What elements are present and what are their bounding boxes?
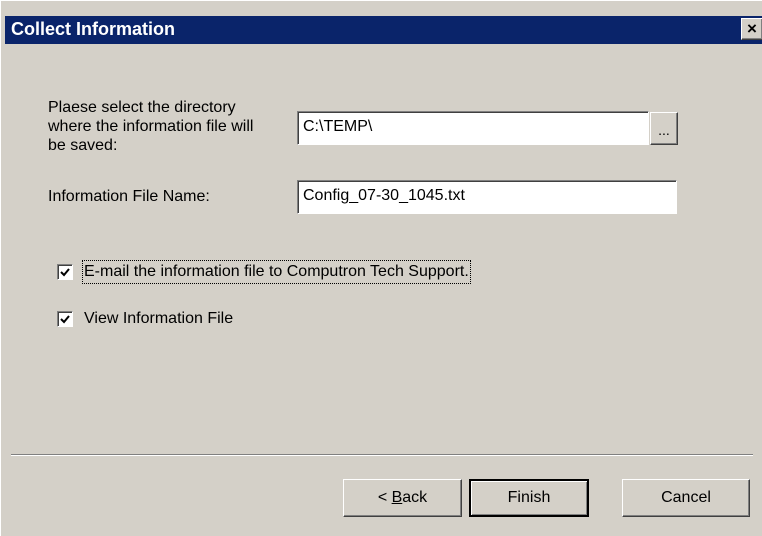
cancel-button[interactable]: Cancel <box>622 479 750 517</box>
back-button-rest: ack <box>402 489 428 506</box>
back-button[interactable]: < Back <box>343 479 462 517</box>
browse-icon: ... <box>658 122 670 138</box>
directory-label-line3: be saved: <box>48 137 118 154</box>
browse-button[interactable]: ... <box>650 112 678 145</box>
email-checkbox[interactable] <box>57 264 73 280</box>
button-separator <box>11 454 753 456</box>
view-file-checkbox[interactable] <box>57 311 73 327</box>
finish-button[interactable]: Finish <box>469 479 589 517</box>
directory-label: Plaese select the directory where the in… <box>48 98 253 155</box>
cancel-button-label: Cancel <box>661 489 711 506</box>
title-bar[interactable]: Collect Information × <box>5 16 762 44</box>
filename-label: Information File Name: <box>48 188 210 205</box>
view-file-checkbox-label[interactable]: View Information File <box>84 309 233 329</box>
checkmark-icon <box>60 268 70 277</box>
directory-label-line1: Plaese select the directory <box>48 99 236 116</box>
window-title: Collect Information <box>11 19 176 39</box>
close-icon: × <box>747 19 757 38</box>
checkmark-icon <box>60 315 70 324</box>
directory-label-line2: where the information file will <box>48 118 254 135</box>
close-button[interactable]: × <box>741 18 762 40</box>
back-button-prefix: < <box>377 489 392 506</box>
finish-button-label: Finish <box>507 489 551 506</box>
filename-input[interactable]: Config_07-30_1045.txt <box>297 180 677 214</box>
back-button-mnemonic: B <box>391 489 403 506</box>
directory-input[interactable]: C:\TEMP\ <box>297 111 649 145</box>
collect-information-dialog: Collect Information × Plaese select the … <box>0 0 762 536</box>
email-checkbox-label[interactable]: E-mail the information file to Computron… <box>82 260 471 284</box>
